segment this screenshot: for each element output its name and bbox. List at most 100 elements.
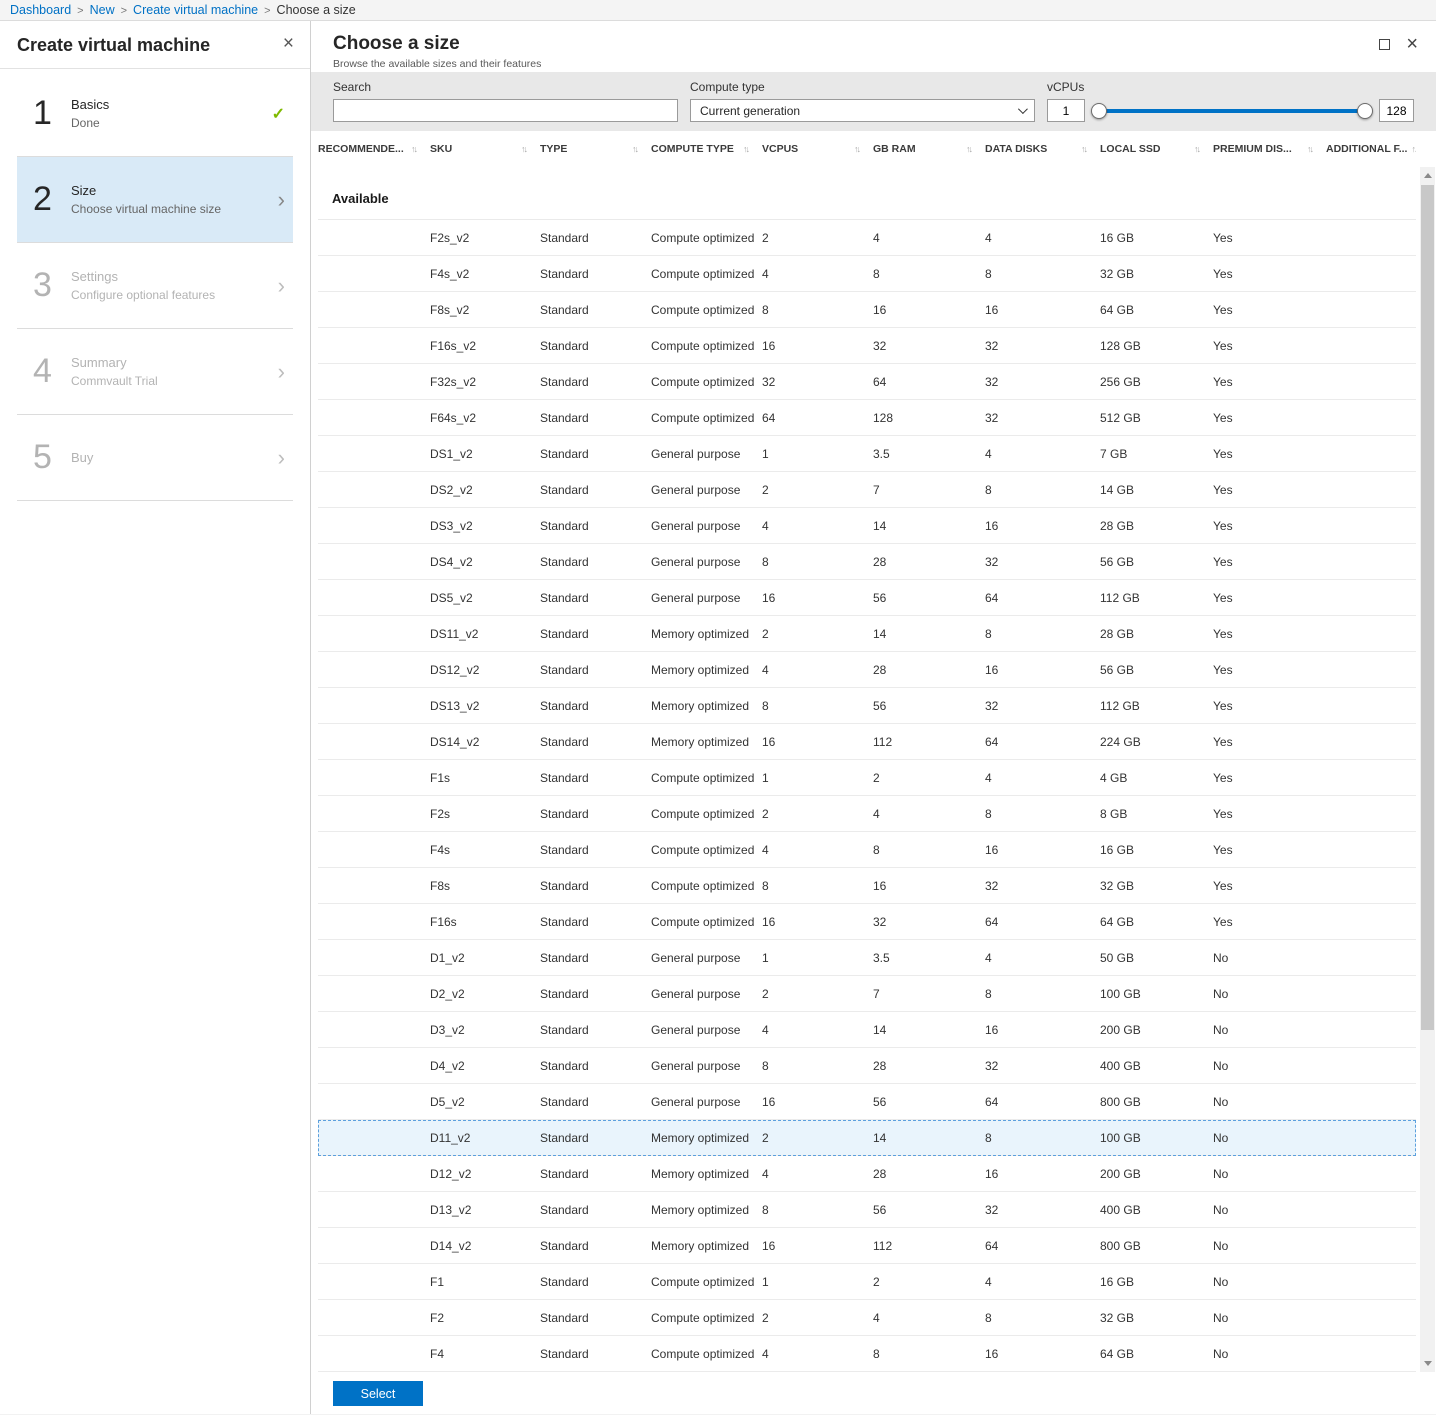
size-row-D1_v2[interactable]: D1_v2 Standard General purpose 1 3.5 4 50 GB No bbox=[318, 940, 1416, 976]
size-row-F4s_v2[interactable]: F4s_v2 Standard Compute optimized 4 8 8 32 GB Y… bbox=[318, 256, 1416, 292]
size-row-DS3_v2[interactable]: DS3_v2 Standard General purpose 4 14 16 28 GB Y… bbox=[318, 508, 1416, 544]
maximize-icon[interactable] bbox=[1379, 38, 1391, 50]
cell-data-disks: 16 bbox=[985, 1022, 999, 1037]
size-row-DS1_v2[interactable]: DS1_v2 Standard General purpose 1 3.5 4 7 GB Ye… bbox=[318, 436, 1416, 472]
size-row-DS4_v2[interactable]: DS4_v2 Standard General purpose 8 28 32 56 GB Y… bbox=[318, 544, 1416, 580]
column-header-label: LOCAL SSD bbox=[1100, 143, 1161, 155]
cell-sku: F2s_v2 bbox=[430, 230, 470, 245]
size-row-F8s_v2[interactable]: F8s_v2 Standard Compute optimized 8 16 16 64 G… bbox=[318, 292, 1416, 328]
column-header-local-ssd[interactable]: LOCAL SSD ↑↓ bbox=[1100, 143, 1213, 155]
size-row-D11_v2[interactable]: D11_v2 Standard Memory optimized 2 14 8 100 GB… bbox=[318, 1120, 1416, 1156]
sort-icon[interactable]: ↑↓ bbox=[1194, 144, 1201, 154]
vcpus-min-input[interactable] bbox=[1047, 99, 1085, 122]
column-header-additional-f[interactable]: ADDITIONAL F... ↑↓ bbox=[1326, 143, 1416, 155]
size-row-F4s[interactable]: F4s Standard Compute optimized 4 8 16 16 GB Yes bbox=[318, 832, 1416, 868]
column-header-data-disks[interactable]: DATA DISKS ↑↓ bbox=[985, 143, 1100, 155]
size-row-F4[interactable]: F4 Standard Compute optimized 4 8 16 64 GB No bbox=[318, 1336, 1416, 1372]
blade-close-icon[interactable]: × bbox=[1406, 34, 1418, 54]
breadcrumb-item-dashboard[interactable]: Dashboard bbox=[10, 3, 71, 17]
size-row-F16s[interactable]: F16s Standard Compute optimized 16 32 64 64 GB… bbox=[318, 904, 1416, 940]
cell-type: Standard bbox=[540, 1346, 589, 1361]
sort-icon[interactable]: ↑↓ bbox=[966, 144, 973, 154]
vcpus-label: vCPUs bbox=[1047, 80, 1085, 94]
slider-handle-max[interactable] bbox=[1357, 102, 1373, 119]
size-row-F1s[interactable]: F1s Standard Compute optimized 1 2 4 4 GB Yes bbox=[318, 760, 1416, 796]
sort-icon[interactable]: ↑↓ bbox=[743, 144, 750, 154]
scroll-up-button[interactable] bbox=[1420, 167, 1435, 184]
size-row-F1[interactable]: F1 Standard Compute optimized 1 2 4 16 GB No bbox=[318, 1264, 1416, 1300]
vcpus-range-slider[interactable] bbox=[1091, 100, 1373, 122]
wizard-step-settings[interactable]: 3 Settings Configure optional features › bbox=[17, 243, 293, 329]
column-header-vcpus[interactable]: VCPUS ↑↓ bbox=[762, 143, 873, 155]
cell-type: Standard bbox=[540, 482, 589, 497]
cell-compute-type: General purpose bbox=[651, 1058, 741, 1073]
size-row-F2[interactable]: F2 Standard Compute optimized 2 4 8 32 GB No bbox=[318, 1300, 1416, 1336]
cell-gb-ram: 28 bbox=[873, 662, 887, 677]
size-row-D12_v2[interactable]: D12_v2 Standard Memory optimized 4 28 16 200 G… bbox=[318, 1156, 1416, 1192]
size-row-D3_v2[interactable]: D3_v2 Standard General purpose 4 14 16 200 GB N… bbox=[318, 1012, 1416, 1048]
wizard-step-summary[interactable]: 4 Summary Commvault Trial › bbox=[17, 329, 293, 415]
cell-local-ssd: 64 GB bbox=[1100, 1346, 1135, 1361]
size-row-F8s[interactable]: F8s Standard Compute optimized 8 16 32 32 GB Ye… bbox=[318, 868, 1416, 904]
cell-compute-type: General purpose bbox=[651, 554, 741, 569]
size-row-D14_v2[interactable]: D14_v2 Standard Memory optimized 16 112 64 800… bbox=[318, 1228, 1416, 1264]
column-header-gb-ram[interactable]: GB RAM ↑↓ bbox=[873, 143, 985, 155]
window-icons: × bbox=[1379, 33, 1422, 54]
column-header-type[interactable]: TYPE ↑↓ bbox=[540, 143, 651, 155]
cell-premium-disk: Yes bbox=[1213, 590, 1233, 605]
cell-vcpus: 1 bbox=[762, 1274, 769, 1289]
size-row-DS2_v2[interactable]: DS2_v2 Standard General purpose 2 7 8 14 GB Yes bbox=[318, 472, 1416, 508]
sort-icon[interactable]: ↑↓ bbox=[521, 144, 528, 154]
column-header-sku[interactable]: SKU ↑↓ bbox=[430, 143, 540, 155]
cell-data-disks: 8 bbox=[985, 986, 992, 1001]
size-row-DS12_v2[interactable]: DS12_v2 Standard Memory optimized 4 28 16 56 G… bbox=[318, 652, 1416, 688]
cell-local-ssd: 4 GB bbox=[1100, 770, 1128, 785]
wizard-step-size[interactable]: 2 Size Choose virtual machine size › bbox=[17, 157, 293, 243]
size-row-D2_v2[interactable]: D2_v2 Standard General purpose 2 7 8 100 GB No bbox=[318, 976, 1416, 1012]
scroll-down-button[interactable] bbox=[1420, 1355, 1435, 1372]
cell-gb-ram: 3.5 bbox=[873, 446, 890, 461]
breadcrumb-item-create-virtual-machine[interactable]: Create virtual machine bbox=[133, 3, 258, 17]
step-subtitle: Configure optional features bbox=[71, 288, 216, 302]
size-row-F64s_v2[interactable]: F64s_v2 Standard Compute optimized 64 128 32 5… bbox=[318, 400, 1416, 436]
size-row-F16s_v2[interactable]: F16s_v2 Standard Compute optimized 16 32 32 12… bbox=[318, 328, 1416, 364]
sort-icon[interactable]: ↑↓ bbox=[1307, 144, 1314, 154]
size-row-DS13_v2[interactable]: DS13_v2 Standard Memory optimized 8 56 32 112 … bbox=[318, 688, 1416, 724]
slider-handle-min[interactable] bbox=[1091, 102, 1107, 119]
size-row-F32s_v2[interactable]: F32s_v2 Standard Compute optimized 32 64 32 25… bbox=[318, 364, 1416, 400]
sort-icon[interactable]: ↑↓ bbox=[1411, 144, 1416, 154]
column-header-recommende[interactable]: RECOMMENDE... ↑↓ bbox=[318, 143, 430, 155]
wizard-step-basics[interactable]: 1 Basics Done ✓ bbox=[17, 71, 293, 157]
size-row-D13_v2[interactable]: D13_v2 Standard Memory optimized 8 56 32 400 G… bbox=[318, 1192, 1416, 1228]
cell-vcpus: 4 bbox=[762, 266, 769, 281]
size-row-D5_v2[interactable]: D5_v2 Standard General purpose 16 56 64 800 GB… bbox=[318, 1084, 1416, 1120]
column-header-compute-type[interactable]: COMPUTE TYPE ↑↓ bbox=[651, 143, 762, 155]
cell-vcpus: 8 bbox=[762, 302, 769, 317]
size-row-DS14_v2[interactable]: DS14_v2 Standard Memory optimized 16 112 64 22… bbox=[318, 724, 1416, 760]
cell-data-disks: 16 bbox=[985, 662, 999, 677]
size-row-D4_v2[interactable]: D4_v2 Standard General purpose 8 28 32 400 GB N… bbox=[318, 1048, 1416, 1084]
cell-gb-ram: 2 bbox=[873, 1274, 880, 1289]
breadcrumb-item-new[interactable]: New bbox=[90, 3, 115, 17]
size-row-DS11_v2[interactable]: DS11_v2 Standard Memory optimized 2 14 8 28 GB… bbox=[318, 616, 1416, 652]
cell-data-disks: 64 bbox=[985, 1094, 999, 1109]
size-row-DS5_v2[interactable]: DS5_v2 Standard General purpose 16 56 64 112 G… bbox=[318, 580, 1416, 616]
compute-type-select[interactable]: Current generation bbox=[690, 99, 1035, 122]
cell-local-ssd: 800 GB bbox=[1100, 1094, 1141, 1109]
sort-icon[interactable]: ↑↓ bbox=[632, 144, 639, 154]
sort-icon[interactable]: ↑↓ bbox=[411, 144, 418, 154]
column-header-premium-dis[interactable]: PREMIUM DIS... ↑↓ bbox=[1213, 143, 1326, 155]
wizard-step-buy[interactable]: 5 Buy › bbox=[17, 415, 293, 501]
size-row-F2s[interactable]: F2s Standard Compute optimized 2 4 8 8 GB Yes bbox=[318, 796, 1416, 832]
panel-close-icon[interactable]: × bbox=[283, 34, 294, 53]
vertical-scrollbar[interactable] bbox=[1420, 167, 1435, 1372]
cell-gb-ram: 112 bbox=[873, 1238, 893, 1253]
scrollbar-thumb[interactable] bbox=[1421, 185, 1434, 1030]
sort-icon[interactable]: ↑↓ bbox=[1081, 144, 1088, 154]
search-input[interactable] bbox=[333, 99, 678, 122]
select-button[interactable]: Select bbox=[333, 1381, 423, 1406]
size-row-F2s_v2[interactable]: F2s_v2 Standard Compute optimized 2 4 4 16 GB Y… bbox=[318, 220, 1416, 256]
sort-icon[interactable]: ↑↓ bbox=[854, 144, 861, 154]
vcpus-max-input[interactable] bbox=[1379, 99, 1414, 122]
cell-compute-type: Compute optimized bbox=[651, 878, 755, 893]
